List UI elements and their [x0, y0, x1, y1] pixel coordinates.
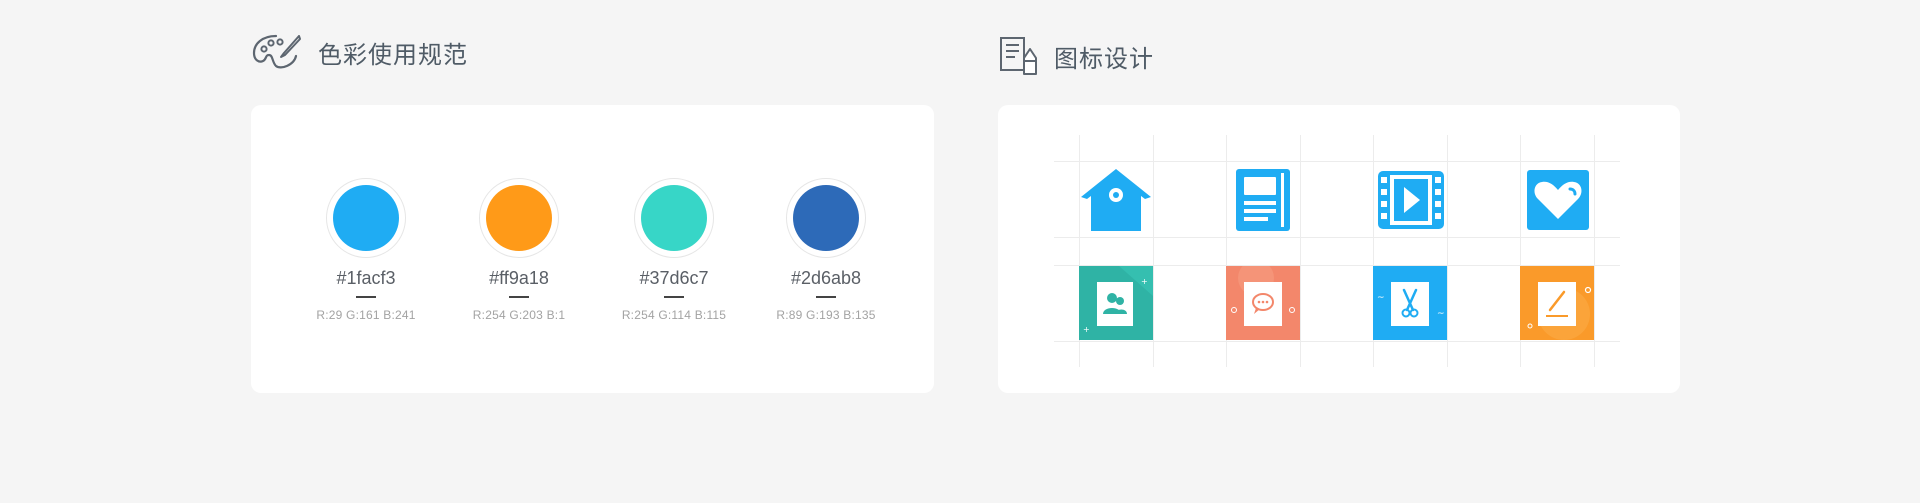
- grid-line: [1153, 135, 1154, 367]
- svg-text:+: +: [1141, 277, 1148, 286]
- video-play-icon: [1378, 171, 1444, 229]
- swatch-dot: [793, 185, 859, 251]
- swatch-ring: [634, 178, 714, 258]
- swatch-underline: [664, 296, 684, 298]
- swatch-underline: [509, 296, 529, 298]
- swatch-hex: #1facf3: [336, 268, 396, 288]
- swatch-dot: [486, 185, 552, 251]
- pencil-edit-icon: [1520, 266, 1594, 340]
- icon-grid: + + ~ ~: [998, 105, 1680, 393]
- swatch-hex: #ff9a18: [489, 268, 549, 288]
- color-swatch-3: #37d6c7 R:254 G:114 B:115: [594, 178, 754, 322]
- swatch-rgb: R:254 G:114 B:115: [621, 308, 727, 322]
- grid-line: [1300, 135, 1301, 367]
- scissors-icon: ~ ~: [1373, 266, 1447, 340]
- document-pencil-icon: [1000, 37, 1037, 75]
- grid-line: [1594, 135, 1595, 367]
- icon-section-title: 图标设计: [1054, 45, 1154, 73]
- swatch-rgb: R:254 G:203 B:1: [472, 308, 566, 322]
- color-section-title: 色彩使用规范: [318, 41, 468, 69]
- swatch-ring: [326, 178, 406, 258]
- swatch-hex: #37d6c7: [639, 268, 709, 288]
- grid-line: [1054, 161, 1620, 162]
- swatch-ring: [479, 178, 559, 258]
- swatch-rgb: R:29 G:161 B:241: [316, 308, 416, 322]
- grid-line: [1054, 237, 1620, 238]
- swatch-underline: [356, 296, 376, 298]
- color-section-header: 色彩使用规范: [250, 32, 468, 72]
- svg-text:+: +: [1083, 325, 1090, 334]
- icon-card: + + ~ ~: [998, 105, 1680, 393]
- svg-text:~: ~: [1437, 309, 1445, 319]
- color-swatch-2: #ff9a18 R:254 G:203 B:1: [439, 178, 599, 322]
- swatch-ring: [786, 178, 866, 258]
- swatch-dot: [641, 185, 707, 251]
- heart-icon: [1527, 170, 1589, 230]
- palette-icon: [252, 34, 301, 69]
- grid-line: [1447, 135, 1448, 367]
- swatch-rgb: R:89 G:193 B:135: [776, 308, 876, 322]
- house-icon: [1081, 169, 1151, 231]
- color-swatch-4: #2d6ab8 R:89 G:193 B:135: [746, 178, 906, 322]
- grid-line: [1054, 341, 1620, 342]
- svg-text:~: ~: [1377, 293, 1385, 303]
- color-swatch-1: #1facf3 R:29 G:161 B:241: [286, 178, 446, 322]
- swatch-dot: [333, 185, 399, 251]
- color-card: #1facf3 R:29 G:161 B:241 #ff9a18 R:254 G…: [251, 105, 934, 393]
- notebook-icon: [1236, 169, 1290, 231]
- icon-section-header: 图标设计: [998, 36, 1154, 76]
- swatch-underline: [816, 296, 836, 298]
- contacts-icon: + +: [1079, 266, 1153, 340]
- chat-bubble-icon: [1226, 266, 1300, 340]
- swatch-hex: #2d6ab8: [790, 268, 862, 288]
